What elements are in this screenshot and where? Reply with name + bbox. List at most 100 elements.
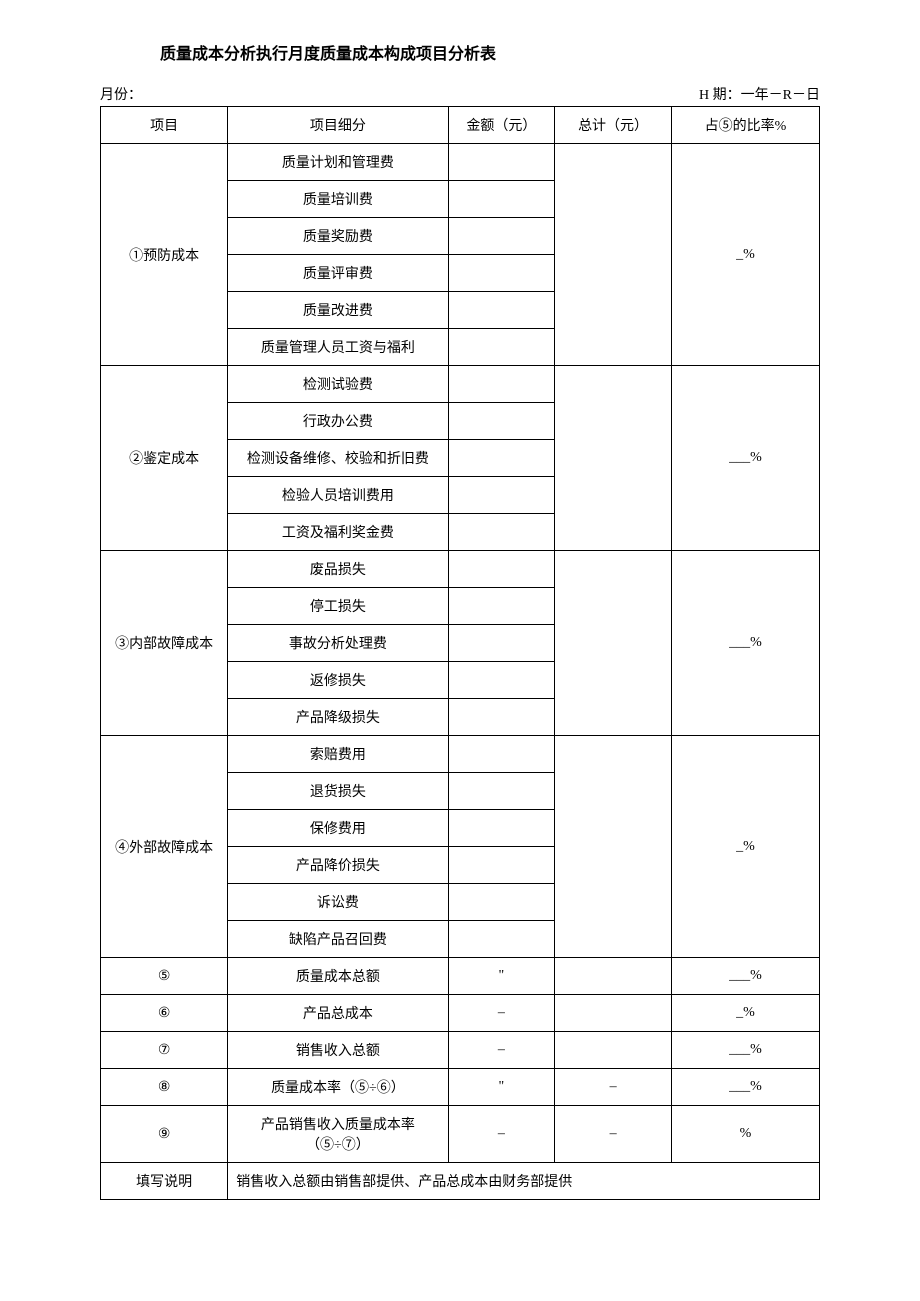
amount-cell xyxy=(448,773,555,810)
detail-cell: 事故分析处理费 xyxy=(228,625,448,662)
analysis-table: 项目 项目细分 金额（元） 总计（元） 占⑤的比率% ①预防成本 质量计划和管理… xyxy=(100,106,820,1200)
summary-total xyxy=(555,958,672,995)
amount-cell xyxy=(448,847,555,884)
summary-row-7: ⑦ 销售收入总额 – ___% xyxy=(101,1032,820,1069)
amount-cell xyxy=(448,662,555,699)
amount-cell xyxy=(448,440,555,477)
summary-label: 产品销售收入质量成本率（⑤÷⑦） xyxy=(228,1106,448,1163)
amount-cell xyxy=(448,144,555,181)
summary-amount: – xyxy=(448,1106,555,1163)
detail-cell: 工资及福利奖金费 xyxy=(228,514,448,551)
note-row: 填写说明 销售收入总额由销售部提供、产品总成本由财务部提供 xyxy=(101,1163,820,1200)
header-ratio: 占⑤的比率% xyxy=(672,107,820,144)
header-project: 项目 xyxy=(101,107,228,144)
amount-cell xyxy=(448,625,555,662)
ratio-cell: _% xyxy=(672,736,820,958)
summary-total: – xyxy=(555,1106,672,1163)
section-4-name: ④外部故障成本 xyxy=(101,736,228,958)
amount-cell xyxy=(448,218,555,255)
summary-total: – xyxy=(555,1069,672,1106)
detail-cell: 质量计划和管理费 xyxy=(228,144,448,181)
summary-label: 销售收入总额 xyxy=(228,1032,448,1069)
note-label: 填写说明 xyxy=(101,1163,228,1200)
header-total: 总计（元） xyxy=(555,107,672,144)
detail-cell: 诉讼费 xyxy=(228,884,448,921)
summary-total xyxy=(555,1032,672,1069)
section-2-name: ②鉴定成本 xyxy=(101,366,228,551)
ratio-cell: ___% xyxy=(672,551,820,736)
summary-ratio: ___% xyxy=(672,958,820,995)
table-row: ②鉴定成本 检测试验费 ___% xyxy=(101,366,820,403)
detail-cell: 保修费用 xyxy=(228,810,448,847)
meta-row: 月份： H 期：一年－R－日 xyxy=(100,84,820,104)
amount-cell xyxy=(448,477,555,514)
summary-num: ⑧ xyxy=(101,1069,228,1106)
amount-cell xyxy=(448,366,555,403)
detail-cell: 废品损失 xyxy=(228,551,448,588)
detail-cell: 质量奖励费 xyxy=(228,218,448,255)
amount-cell xyxy=(448,588,555,625)
document-title: 质量成本分析执行月度质量成本构成项目分析表 xyxy=(160,40,820,64)
summary-amount: – xyxy=(448,1032,555,1069)
amount-cell xyxy=(448,292,555,329)
summary-num: ⑤ xyxy=(101,958,228,995)
summary-row-9: ⑨ 产品销售收入质量成本率（⑤÷⑦） – – % xyxy=(101,1106,820,1163)
summary-num: ⑥ xyxy=(101,995,228,1032)
summary-label: 产品总成本 xyxy=(228,995,448,1032)
summary-amount: " xyxy=(448,1069,555,1106)
amount-cell xyxy=(448,921,555,958)
section-3-name: ③内部故障成本 xyxy=(101,551,228,736)
detail-cell: 产品降级损失 xyxy=(228,699,448,736)
amount-cell xyxy=(448,181,555,218)
summary-label: 质量成本率（⑤÷⑥） xyxy=(228,1069,448,1106)
header-amount: 金额（元） xyxy=(448,107,555,144)
detail-cell: 退货损失 xyxy=(228,773,448,810)
table-header-row: 项目 项目细分 金额（元） 总计（元） 占⑤的比率% xyxy=(101,107,820,144)
summary-total xyxy=(555,995,672,1032)
summary-row-6: ⑥ 产品总成本 – _% xyxy=(101,995,820,1032)
ratio-cell: ___% xyxy=(672,366,820,551)
total-cell xyxy=(555,551,672,736)
detail-cell: 索赔费用 xyxy=(228,736,448,773)
amount-cell xyxy=(448,699,555,736)
section-1-name: ①预防成本 xyxy=(101,144,228,366)
detail-cell: 检验人员培训费用 xyxy=(228,477,448,514)
total-cell xyxy=(555,366,672,551)
summary-row-5: ⑤ 质量成本总额 " ___% xyxy=(101,958,820,995)
detail-cell: 检测试验费 xyxy=(228,366,448,403)
detail-cell: 行政办公费 xyxy=(228,403,448,440)
table-row: ③内部故障成本 废品损失 ___% xyxy=(101,551,820,588)
total-cell xyxy=(555,736,672,958)
ratio-cell: _% xyxy=(672,144,820,366)
detail-cell: 质量培训费 xyxy=(228,181,448,218)
amount-cell xyxy=(448,514,555,551)
detail-cell: 停工损失 xyxy=(228,588,448,625)
summary-amount: " xyxy=(448,958,555,995)
summary-ratio: ___% xyxy=(672,1032,820,1069)
amount-cell xyxy=(448,810,555,847)
summary-amount: – xyxy=(448,995,555,1032)
detail-cell: 检测设备维修、校验和折旧费 xyxy=(228,440,448,477)
summary-num: ⑦ xyxy=(101,1032,228,1069)
total-cell xyxy=(555,144,672,366)
detail-cell: 缺陷产品召回费 xyxy=(228,921,448,958)
summary-ratio: _% xyxy=(672,995,820,1032)
amount-cell xyxy=(448,329,555,366)
amount-cell xyxy=(448,884,555,921)
detail-cell: 产品降价损失 xyxy=(228,847,448,884)
detail-cell: 质量改进费 xyxy=(228,292,448,329)
summary-ratio: ___% xyxy=(672,1069,820,1106)
detail-cell: 质量评审费 xyxy=(228,255,448,292)
amount-cell xyxy=(448,403,555,440)
summary-ratio: % xyxy=(672,1106,820,1163)
month-label: 月份： xyxy=(100,84,142,104)
amount-cell xyxy=(448,551,555,588)
table-row: ①预防成本 质量计划和管理费 _% xyxy=(101,144,820,181)
summary-num: ⑨ xyxy=(101,1106,228,1163)
summary-label: 质量成本总额 xyxy=(228,958,448,995)
date-label: H 期：一年－R－日 xyxy=(699,84,820,104)
summary-row-8: ⑧ 质量成本率（⑤÷⑥） " – ___% xyxy=(101,1069,820,1106)
amount-cell xyxy=(448,736,555,773)
table-row: ④外部故障成本 索赔费用 _% xyxy=(101,736,820,773)
detail-cell: 质量管理人员工资与福利 xyxy=(228,329,448,366)
